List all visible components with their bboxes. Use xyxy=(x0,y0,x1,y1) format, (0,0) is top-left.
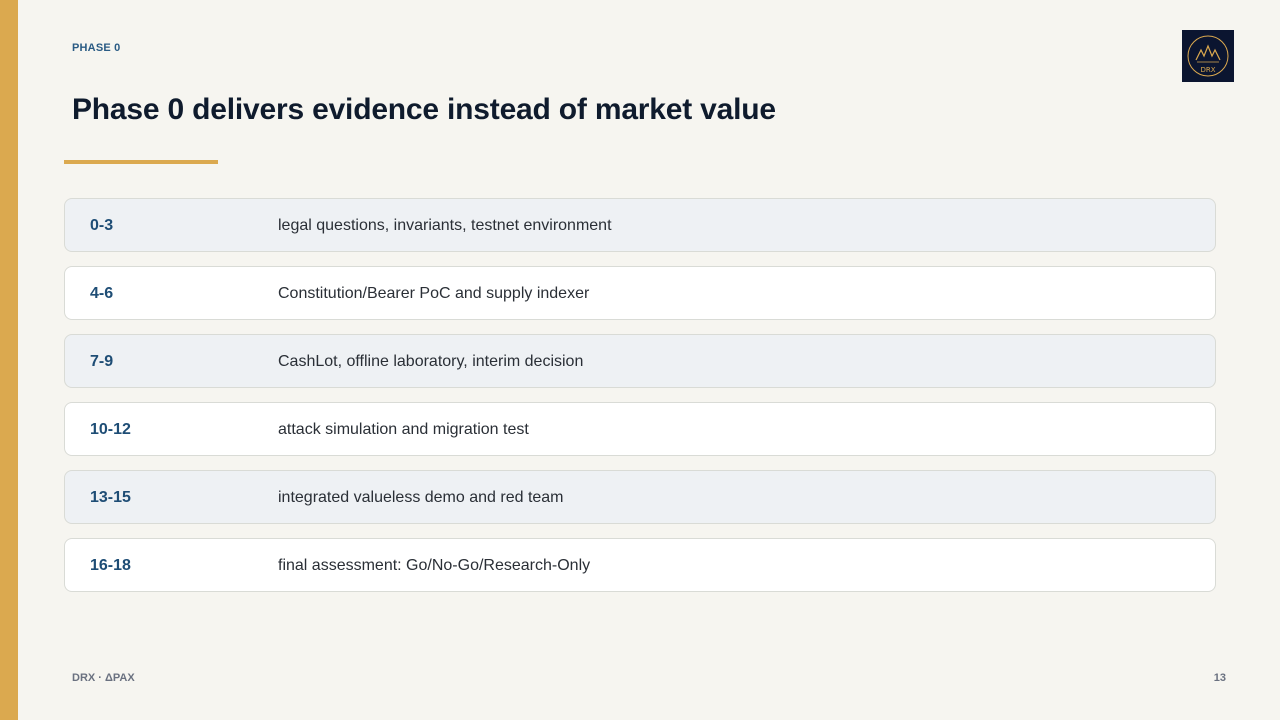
row-range: 4-6 xyxy=(90,285,114,302)
row-description: legal questions, invariants, testnet env… xyxy=(278,217,612,234)
timeline-table: 0-3 legal questions, invariants, testnet… xyxy=(64,198,1216,606)
title-underline xyxy=(64,160,218,164)
slide: PHASE 0 Phase 0 delivers evidence instea… xyxy=(0,0,1280,720)
row-description: Constitution/Bearer PoC and supply index… xyxy=(278,285,590,302)
table-row: 7-9 CashLot, offline laboratory, interim… xyxy=(64,334,1216,388)
row-range: 13-15 xyxy=(90,489,131,506)
table-row: 4-6 Constitution/Bearer PoC and supply i… xyxy=(64,266,1216,320)
table-row: 0-3 legal questions, invariants, testnet… xyxy=(64,198,1216,252)
row-description: CashLot, offline laboratory, interim dec… xyxy=(278,353,584,370)
table-row: 13-15 integrated valueless demo and red … xyxy=(64,470,1216,524)
left-accent-bar xyxy=(0,0,18,720)
table-row: 16-18 final assessment: Go/No-Go/Researc… xyxy=(64,538,1216,592)
page-title: Phase 0 delivers evidence instead of mar… xyxy=(72,93,776,126)
row-range: 0-3 xyxy=(90,217,114,234)
table-row: 10-12 attack simulation and migration te… xyxy=(64,402,1216,456)
row-range: 16-18 xyxy=(90,557,131,574)
row-range: 7-9 xyxy=(90,353,114,370)
footer-brand: DRX · ΔPAX xyxy=(72,672,135,684)
logo-text: DRX xyxy=(1200,66,1215,74)
row-description: attack simulation and migration test xyxy=(278,421,529,438)
row-description: integrated valueless demo and red team xyxy=(278,489,564,506)
row-description: final assessment: Go/No-Go/Research-Only xyxy=(278,557,591,574)
section-kicker: PHASE 0 xyxy=(72,42,121,54)
page-number: 13 xyxy=(1213,672,1226,684)
row-range: 10-12 xyxy=(90,421,131,438)
drx-logo-graphic: DRX xyxy=(1187,35,1229,77)
drx-logo-icon: DRX xyxy=(1182,30,1234,82)
